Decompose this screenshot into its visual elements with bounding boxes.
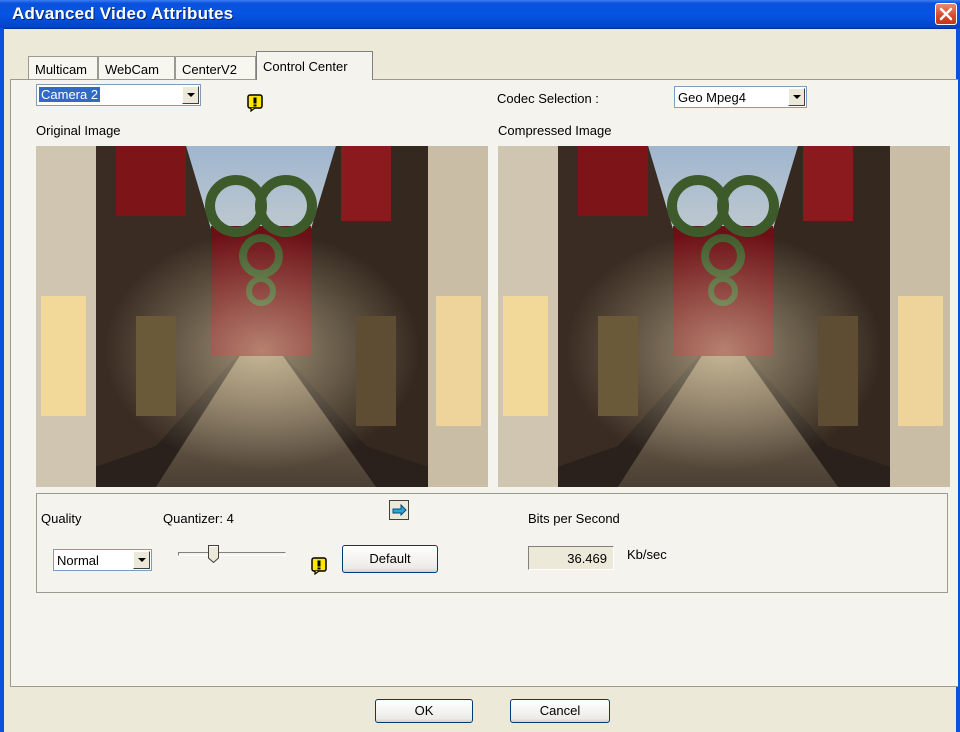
close-icon [939, 7, 953, 21]
dropdown-arrow-icon[interactable] [182, 86, 199, 104]
camera-select[interactable]: Camera 2 [36, 84, 201, 106]
quantizer-label: Quantizer: 4 [163, 511, 234, 526]
quantizer-slider-thumb[interactable] [208, 545, 219, 563]
tab-multicam[interactable]: Multicam [28, 56, 98, 79]
quality-select-value: Normal [57, 553, 99, 568]
compressed-image [498, 146, 950, 487]
window-title: Advanced Video Attributes [12, 4, 234, 23]
compressed-image-label: Compressed Image [498, 123, 612, 138]
default-button[interactable]: Default [342, 545, 438, 573]
warning-icon [311, 557, 327, 575]
original-image-label: Original Image [36, 123, 121, 138]
tab-label: Control Center [263, 59, 348, 74]
codec-selection-label: Codec Selection : [497, 91, 599, 106]
dropdown-arrow-icon[interactable] [788, 88, 805, 106]
dropdown-arrow-icon[interactable] [133, 551, 150, 569]
codec-select-value: Geo Mpeg4 [678, 90, 746, 105]
cancel-button[interactable]: Cancel [510, 699, 610, 723]
ok-button[interactable]: OK [375, 699, 473, 723]
bits-unit-label: Kb/sec [627, 547, 667, 562]
bits-value-text: 36.469 [567, 551, 607, 566]
tab-webcam[interactable]: WebCam [98, 56, 175, 79]
codec-select[interactable]: Geo Mpeg4 [674, 86, 807, 108]
close-button[interactable] [935, 3, 957, 25]
pointer-hand-icon[interactable] [389, 500, 409, 520]
tab-centerv2[interactable]: CenterV2 [175, 56, 256, 79]
arcade-scene [36, 146, 488, 487]
window-frame-left [0, 28, 4, 732]
tab-control-center[interactable]: Control Center [256, 51, 373, 80]
original-image [36, 146, 488, 487]
bits-per-second-label: Bits per Second [528, 511, 620, 526]
bits-per-second-value: 36.469 [528, 546, 614, 570]
quality-label: Quality [41, 511, 82, 526]
tab-label: CenterV2 [182, 62, 237, 77]
quantizer-slider-track[interactable] [178, 552, 286, 556]
camera-select-value: Camera 2 [39, 87, 101, 102]
quality-select[interactable]: Normal [53, 549, 152, 571]
warning-icon [247, 94, 263, 112]
arcade-scene [498, 146, 950, 487]
tab-label: WebCam [105, 62, 159, 77]
tab-label: Multicam [35, 62, 88, 77]
quality-group [36, 493, 948, 593]
